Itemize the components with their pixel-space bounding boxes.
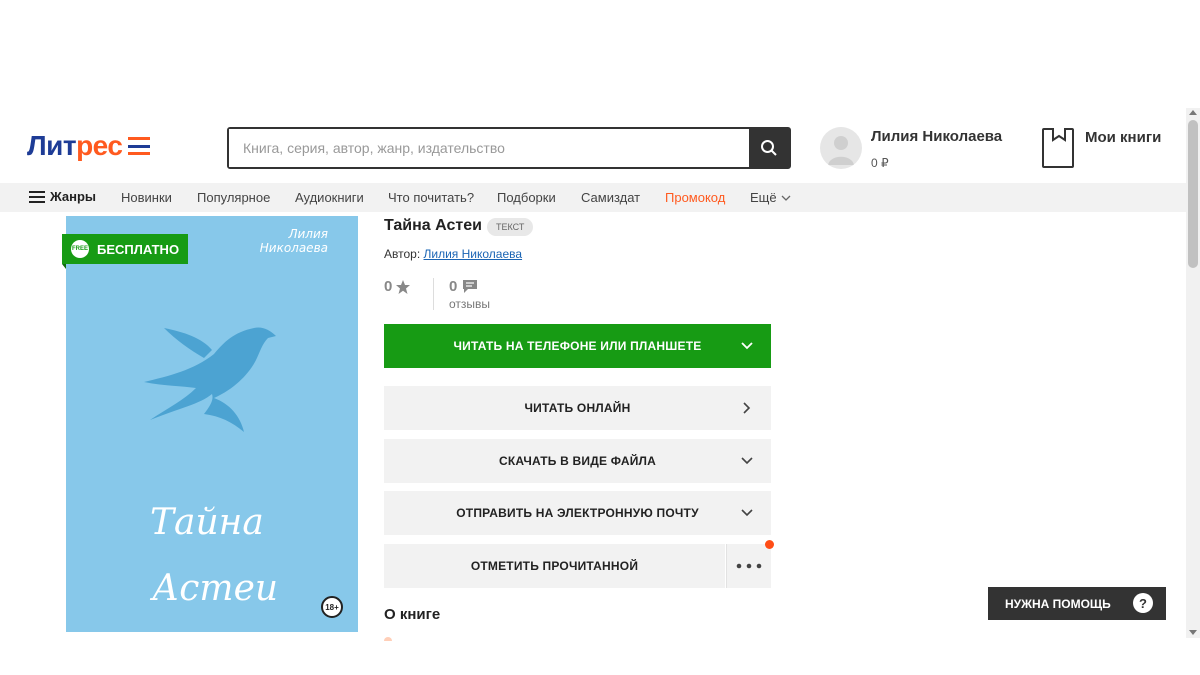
- nav-new[interactable]: Новинки: [121, 190, 172, 205]
- help-label: НУЖНА ПОМОЩЬ: [1005, 596, 1111, 611]
- send-email-button[interactable]: ОТПРАВИТЬ НА ЭЛЕКТРОННУЮ ПОЧТУ: [384, 491, 771, 535]
- book-cover[interactable]: Лилия Николаева Тайна Астеи 18+: [66, 216, 358, 632]
- author-link[interactable]: Лилия Николаева: [424, 247, 523, 261]
- reviews-count: 0: [449, 278, 458, 295]
- logo-mark-icon: [128, 137, 151, 155]
- chevron-down-icon: [781, 195, 791, 201]
- star-icon: [396, 279, 411, 294]
- free-badge-label: БЕСПЛАТНО: [97, 241, 180, 257]
- page: Литрес Лилия Николаева 0 ₽: [0, 0, 1200, 675]
- nav-collections[interactable]: Подборки: [497, 190, 556, 205]
- about-book-heading: О книге: [384, 606, 441, 623]
- reviews[interactable]: 0: [449, 278, 478, 295]
- nav-more[interactable]: Ещё: [750, 190, 791, 205]
- book-title: Тайна Астеи: [384, 217, 482, 234]
- search-bar: [227, 127, 791, 169]
- menu-icon: [29, 190, 45, 203]
- my-books-label: Мои книги: [1085, 129, 1162, 146]
- rating-value: 0: [384, 278, 393, 295]
- user-profile[interactable]: Лилия Николаева 0 ₽: [820, 127, 1002, 170]
- nav-samizdat[interactable]: Самиздат: [581, 190, 640, 205]
- author-line: Автор: Лилия Николаева: [384, 247, 522, 261]
- nav-popular[interactable]: Популярное: [197, 190, 270, 205]
- comment-icon: [463, 280, 478, 293]
- more-options-button[interactable]: [726, 544, 771, 588]
- search-button[interactable]: [749, 129, 789, 167]
- chevron-right-icon: [743, 402, 751, 414]
- litres-logo[interactable]: Литрес: [27, 130, 151, 162]
- cover-author: Лилия Николаева: [260, 227, 328, 255]
- cover-title-line1: Тайна: [150, 502, 264, 543]
- book-type-badge: ТЕКСТ: [487, 218, 534, 236]
- mark-read-button[interactable]: ОТМЕТИТЬ ПРОЧИТАННОЙ: [384, 544, 725, 588]
- logo-text: Литрес: [27, 130, 123, 162]
- download-file-button[interactable]: СКАЧАТЬ В ВИДЕ ФАЙЛА: [384, 439, 771, 483]
- cover-title-line2: Астеи: [152, 568, 279, 609]
- nav-promocode[interactable]: Промокод: [665, 190, 725, 205]
- cover-author-line1: Лилия: [288, 227, 328, 241]
- scroll-thumb[interactable]: [1188, 120, 1198, 268]
- download-file-label: СКАЧАТЬ В ВИДЕ ФАЙЛА: [498, 454, 657, 468]
- scroll-up-arrow-icon[interactable]: [1189, 110, 1197, 115]
- nav-audiobooks[interactable]: Аудиокниги: [295, 190, 364, 205]
- search-icon: [761, 140, 777, 156]
- nav-genres-label: Жанры: [50, 189, 97, 204]
- user-name[interactable]: Лилия Николаева: [871, 128, 1002, 145]
- question-icon: ?: [1133, 593, 1153, 613]
- user-silhouette-icon: [828, 136, 854, 165]
- nav-more-label: Ещё: [750, 190, 777, 205]
- chevron-down-icon: [741, 342, 753, 350]
- rating[interactable]: 0: [384, 278, 411, 295]
- author-label: Автор:: [384, 247, 421, 261]
- avatar[interactable]: [820, 127, 862, 169]
- free-icon: FREE: [71, 240, 89, 258]
- logo-text-part1: Лит: [27, 130, 77, 161]
- read-on-device-label: ЧИТАТЬ НА ТЕЛЕФОНЕ ИЛИ ПЛАНШЕТЕ: [453, 339, 702, 353]
- reviews-label: отзывы: [449, 297, 491, 311]
- mark-read-label: ОТМЕТИТЬ ПРОЧИТАННОЙ: [470, 559, 639, 573]
- notification-dot: [765, 540, 774, 549]
- swallow-bird-illustration: [144, 327, 276, 432]
- user-info: Лилия Николаева 0 ₽: [871, 127, 1002, 170]
- chevron-down-icon: [741, 457, 753, 465]
- free-badge: FREE БЕСПЛАТНО: [62, 234, 188, 269]
- about-peek-mark: [384, 637, 392, 641]
- page-scrollbar[interactable]: [1186, 108, 1200, 638]
- rating-divider: [433, 278, 434, 310]
- chevron-down-icon: [741, 509, 753, 517]
- read-on-device-button[interactable]: ЧИТАТЬ НА ТЕЛЕФОНЕ ИЛИ ПЛАНШЕТЕ: [384, 324, 771, 368]
- send-email-label: ОТПРАВИТЬ НА ЭЛЕКТРОННУЮ ПОЧТУ: [456, 506, 699, 520]
- help-button[interactable]: НУЖНА ПОМОЩЬ ?: [988, 587, 1166, 620]
- logo-text-part2: рес: [76, 130, 123, 161]
- read-online-button[interactable]: ЧИТАТЬ ОНЛАЙН: [384, 386, 771, 430]
- search-input[interactable]: [229, 129, 749, 167]
- scroll-down-arrow-icon[interactable]: [1189, 630, 1197, 635]
- user-balance[interactable]: 0 ₽: [871, 156, 1002, 170]
- my-books-link[interactable]: Мои книги: [1042, 128, 1161, 168]
- nav-genres[interactable]: Жанры: [29, 189, 96, 204]
- read-online-label: ЧИТАТЬ ОНЛАЙН: [524, 401, 631, 415]
- bookmark-book-icon: [1042, 128, 1074, 168]
- cover-author-line2: Николаева: [259, 241, 328, 255]
- more-dots-icon: [736, 563, 762, 569]
- nav-what-to-read[interactable]: Что почитать?: [388, 190, 474, 205]
- main-nav: Жанры Новинки Популярное Аудиокниги Что …: [0, 183, 1186, 212]
- age-rating-badge: 18+: [321, 596, 343, 618]
